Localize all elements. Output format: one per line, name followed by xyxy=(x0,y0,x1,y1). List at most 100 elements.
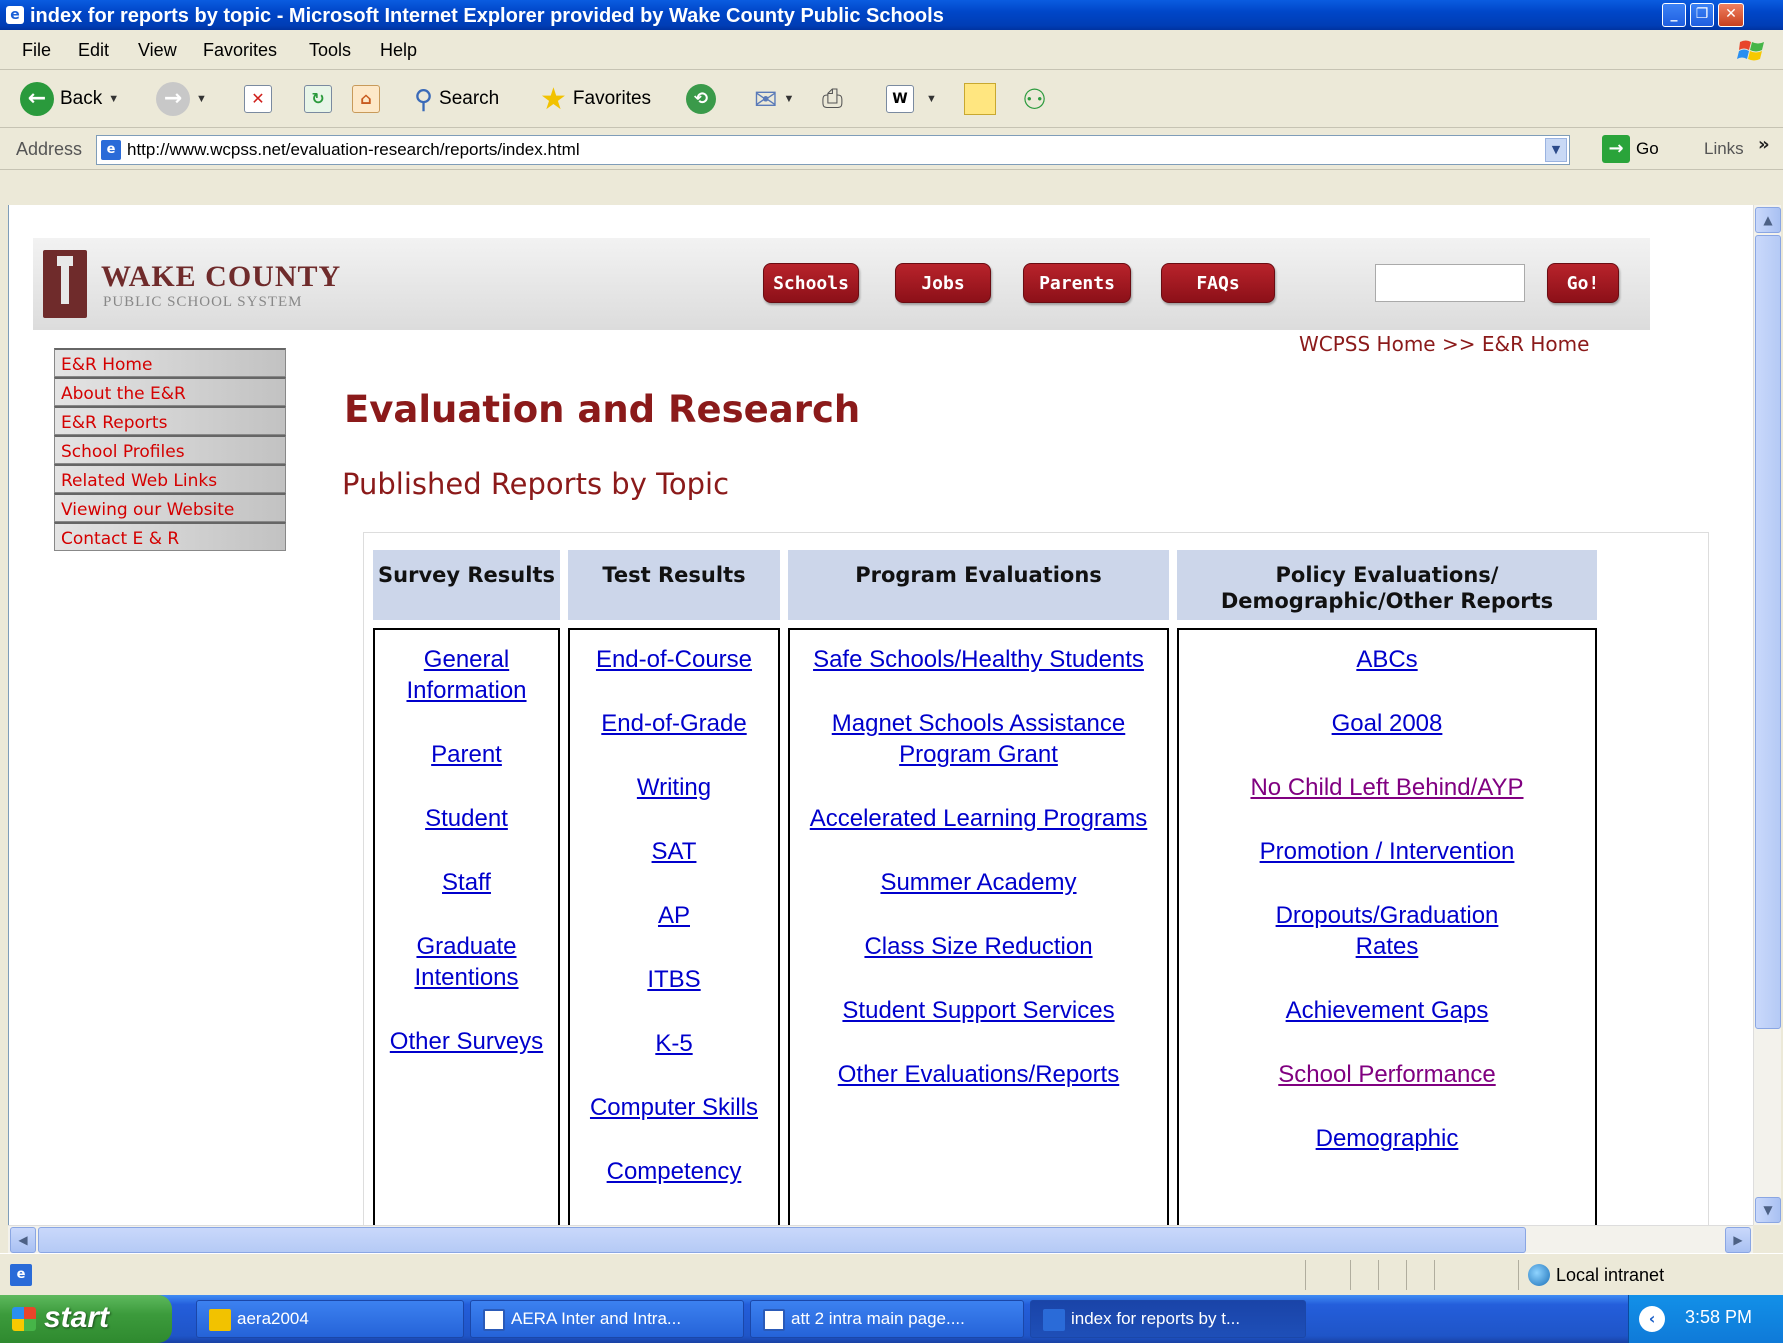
print-button[interactable]: ⎙ xyxy=(822,79,843,119)
discuss-button[interactable] xyxy=(964,79,996,119)
nav-schools-button[interactable]: Schools xyxy=(763,263,859,303)
task-aera-inter-intra[interactable]: AERA Inter and Intra... xyxy=(470,1300,744,1338)
go-label: Go xyxy=(1636,139,1659,158)
address-field[interactable]: e ▼ xyxy=(96,135,1570,165)
search-button[interactable]: ⚲ Search xyxy=(414,79,499,119)
link-graduate-intentions[interactable]: Graduate Intentions xyxy=(383,931,550,993)
menu-view[interactable]: View xyxy=(138,40,177,61)
forward-button[interactable]: → ▼ xyxy=(156,79,207,119)
close-button[interactable]: ✕ xyxy=(1718,3,1744,27)
menu-file[interactable]: File xyxy=(22,40,51,61)
link-general-information[interactable]: General Information xyxy=(383,644,550,706)
page-subtitle: Published Reports by Topic xyxy=(342,467,730,501)
link-computer-skills[interactable]: Computer Skills xyxy=(574,1092,774,1123)
menu-favorites[interactable]: Favorites xyxy=(203,40,277,61)
leftnav-school-profiles[interactable]: School Profiles xyxy=(54,435,286,464)
nav-faqs-button[interactable]: FAQs xyxy=(1161,263,1275,303)
link-safe-schools[interactable]: Safe Schools/Healthy Students xyxy=(800,644,1157,675)
home-button[interactable]: ⌂ xyxy=(352,79,380,119)
history-button[interactable]: ⟲ xyxy=(686,79,716,119)
favorites-button[interactable]: ★ Favorites xyxy=(540,79,651,119)
go-button[interactable]: → Go xyxy=(1602,135,1659,163)
menu-help[interactable]: Help xyxy=(380,40,417,61)
leftnav-related-links[interactable]: Related Web Links xyxy=(54,464,286,493)
folder-icon xyxy=(209,1309,231,1331)
stop-icon: ✕ xyxy=(244,85,272,113)
link-promotion-intervention[interactable]: Promotion / Intervention xyxy=(1249,836,1525,867)
menu-tools[interactable]: Tools xyxy=(309,40,351,61)
site-search-go-button[interactable]: Go! xyxy=(1547,263,1619,303)
stop-button[interactable]: ✕ xyxy=(244,79,272,119)
link-accelerated-learning[interactable]: Accelerated Learning Programs xyxy=(800,803,1157,834)
tray-expand-icon[interactable]: ‹ xyxy=(1639,1306,1665,1332)
link-other-surveys[interactable]: Other Surveys xyxy=(383,1026,550,1057)
links-chevron-icon[interactable]: » xyxy=(1758,134,1770,155)
link-k5[interactable]: K-5 xyxy=(574,1028,774,1059)
link-dropouts-graduation[interactable]: Dropouts/Graduation Rates xyxy=(1249,900,1525,962)
wcpss-logo-icon xyxy=(43,250,87,318)
horizontal-scroll-thumb[interactable] xyxy=(38,1227,1526,1253)
security-zone: Local intranet xyxy=(1528,1264,1664,1286)
refresh-button[interactable]: ↻ xyxy=(304,79,332,119)
link-class-size-reduction[interactable]: Class Size Reduction xyxy=(800,931,1157,962)
scroll-down-icon[interactable]: ▼ xyxy=(1755,1197,1781,1223)
task-aera2004[interactable]: aera2004 xyxy=(196,1300,464,1338)
link-staff[interactable]: Staff xyxy=(383,867,550,898)
edit-button[interactable]: W ▼ xyxy=(886,79,937,119)
leftnav-viewing-website[interactable]: Viewing our Website xyxy=(54,493,286,522)
leftnav-reports[interactable]: E&R Reports xyxy=(54,406,286,435)
leftnav-contact[interactable]: Contact E & R xyxy=(54,522,286,551)
back-button[interactable]: ← Back ▼ xyxy=(20,79,119,119)
messenger-button[interactable]: ⚇ xyxy=(1022,79,1047,119)
header-policy-evaluations: Policy Evaluations/ Demographic/Other Re… xyxy=(1177,550,1597,620)
link-writing[interactable]: Writing xyxy=(574,772,774,803)
leftnav-about[interactable]: About the E&R xyxy=(54,377,286,406)
nav-jobs-button[interactable]: Jobs xyxy=(895,263,991,303)
nav-parents-button[interactable]: Parents xyxy=(1023,263,1131,303)
status-divider xyxy=(1378,1260,1379,1290)
menu-edit[interactable]: Edit xyxy=(78,40,109,61)
task-att2-intra[interactable]: att 2 intra main page.... xyxy=(750,1300,1024,1338)
link-ap[interactable]: AP xyxy=(574,900,774,931)
link-end-of-grade[interactable]: End-of-Grade xyxy=(574,708,774,739)
maximize-button[interactable]: ❐ xyxy=(1690,3,1714,27)
link-itbs[interactable]: ITBS xyxy=(574,964,774,995)
link-goal-2008[interactable]: Goal 2008 xyxy=(1249,708,1525,739)
link-competency[interactable]: Competency xyxy=(574,1156,774,1187)
scroll-right-icon[interactable]: ▶ xyxy=(1725,1227,1751,1253)
link-magnet-schools[interactable]: Magnet Schools Assistance Program Grant xyxy=(800,708,1157,770)
vertical-scrollbar[interactable]: ▲ ▼ xyxy=(1753,205,1781,1225)
link-abcs[interactable]: ABCs xyxy=(1249,644,1525,675)
site-search-input[interactable] xyxy=(1375,264,1525,302)
start-button[interactable]: start xyxy=(0,1295,172,1343)
link-sat[interactable]: SAT xyxy=(574,836,774,867)
scroll-up-icon[interactable]: ▲ xyxy=(1755,207,1781,233)
search-label: Search xyxy=(439,88,500,109)
link-demographic[interactable]: Demographic xyxy=(1249,1123,1525,1154)
breadcrumb-home-link[interactable]: WCPSS Home xyxy=(1299,332,1436,356)
link-student[interactable]: Student xyxy=(383,803,550,834)
mail-button[interactable]: ✉ ▼ xyxy=(754,79,794,119)
leftnav-er-home[interactable]: E&R Home xyxy=(54,348,286,377)
link-other-evaluations[interactable]: Other Evaluations/Reports xyxy=(800,1059,1157,1090)
link-summer-academy[interactable]: Summer Academy xyxy=(800,867,1157,898)
link-school-performance[interactable]: School Performance xyxy=(1249,1059,1525,1090)
task-index-reports[interactable]: index for reports by t... xyxy=(1030,1300,1306,1338)
minimize-button[interactable]: _ xyxy=(1662,3,1686,27)
breadcrumb-current-link[interactable]: E&R Home xyxy=(1482,332,1590,356)
link-no-child-left-behind[interactable]: No Child Left Behind/AYP xyxy=(1249,772,1525,803)
address-dropdown-icon[interactable]: ▼ xyxy=(1545,138,1567,162)
test-column: End-of-Course End-of-Grade Writing SAT A… xyxy=(568,628,780,1225)
site-banner: WAKE COUNTY PUBLIC SCHOOL SYSTEM Schools… xyxy=(33,238,1650,330)
horizontal-scrollbar[interactable]: ◀ ▶ xyxy=(8,1225,1753,1253)
link-achievement-gaps[interactable]: Achievement Gaps xyxy=(1249,995,1525,1026)
link-student-support-services[interactable]: Student Support Services xyxy=(800,995,1157,1026)
link-end-of-course[interactable]: End-of-Course xyxy=(574,644,774,675)
ie-icon: e xyxy=(6,6,24,24)
links-button[interactable]: Links xyxy=(1704,139,1744,159)
vertical-scroll-thumb[interactable] xyxy=(1755,235,1781,1029)
word-doc-icon xyxy=(483,1309,505,1331)
scroll-left-icon[interactable]: ◀ xyxy=(10,1227,36,1253)
url-input[interactable] xyxy=(127,139,1527,161)
link-parent[interactable]: Parent xyxy=(383,739,550,770)
